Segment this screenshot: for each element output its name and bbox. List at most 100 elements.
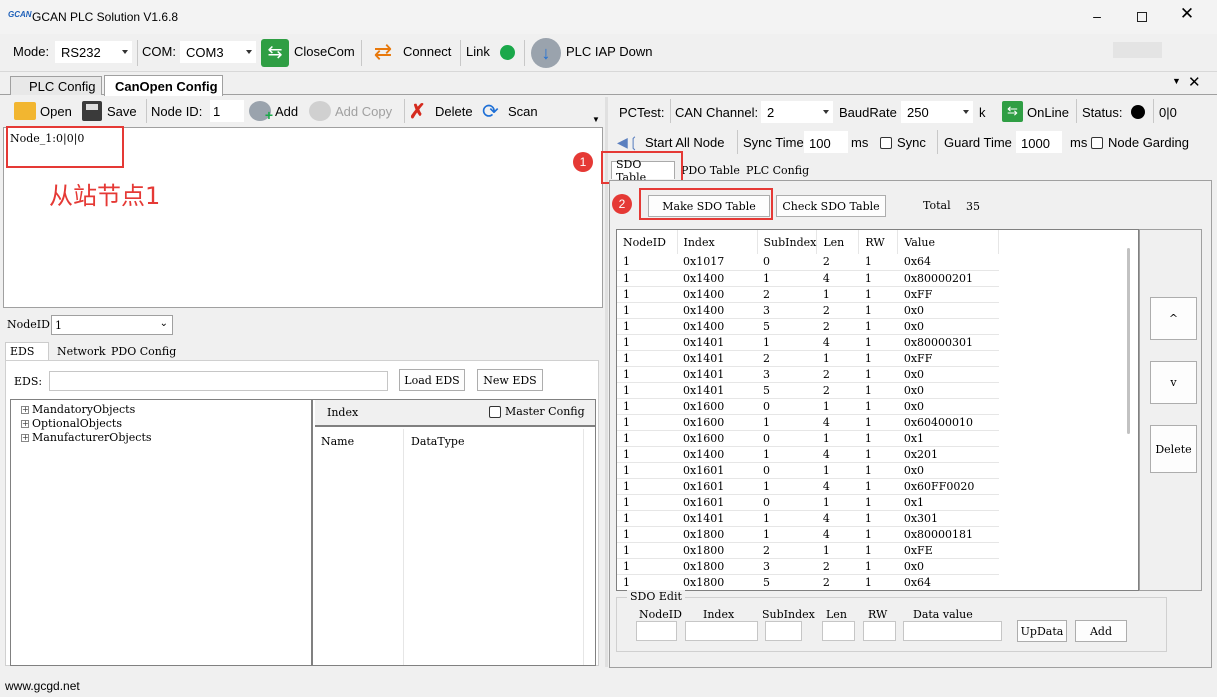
table-row[interactable]: 1 0x1800 3 2 1 0x0 <box>617 558 999 575</box>
table-row[interactable]: 1 0x1401 2 1 1 0xFF <box>617 350 999 367</box>
eds-node-id-select[interactable]: 1 ⌄ <box>51 315 173 335</box>
minimize-icon[interactable]: – <box>1082 8 1112 26</box>
move-up-button[interactable]: ^ <box>1150 297 1197 340</box>
tab-close-icon[interactable]: ✕ <box>1188 73 1201 91</box>
tab-pdo-table[interactable]: PDO Table <box>677 162 744 178</box>
table-row[interactable]: 1 0x1600 0 1 1 0x0 <box>617 398 999 415</box>
table-row[interactable]: 1 0x1601 0 1 1 0x0 <box>617 462 999 479</box>
table-row[interactable]: 1 0x1600 1 4 1 0x60400010 <box>617 414 999 431</box>
edit-rw-input[interactable] <box>863 621 896 641</box>
edit-len-input[interactable] <box>822 621 855 641</box>
add-copy-button[interactable]: Add Copy <box>335 104 392 119</box>
new-eds-button[interactable]: New EDS <box>477 369 543 391</box>
baudrate-select[interactable]: 250 <box>901 101 973 123</box>
close-icon[interactable]: ✕ <box>1172 4 1202 24</box>
master-config-checkbox[interactable]: Master Config <box>489 405 585 418</box>
open-folder-icon[interactable] <box>14 102 36 120</box>
eds-file-input[interactable] <box>49 371 388 391</box>
open-button[interactable]: Open <box>40 104 72 119</box>
save-button[interactable]: Save <box>107 104 137 119</box>
table-cell: 4 <box>816 478 859 495</box>
add-copy-icon[interactable] <box>309 101 331 121</box>
table-cell: 1 <box>617 542 677 559</box>
maximize-icon[interactable] <box>1127 6 1157 26</box>
table-row[interactable]: 1 0x1401 1 4 1 0x80000301 <box>617 334 999 351</box>
table-row[interactable]: 1 0x1401 5 2 1 0x0 <box>617 382 999 399</box>
table-cell: 0x201 <box>897 446 999 463</box>
com-select[interactable]: COM3 <box>180 41 256 63</box>
toolbar-overflow-icon[interactable]: ▼ <box>592 115 600 124</box>
table-row[interactable]: 1 0x1400 3 2 1 0x0 <box>617 302 999 319</box>
expand-icon[interactable]: + <box>21 405 29 414</box>
tree-item[interactable]: + MandatoryObjects <box>21 403 135 416</box>
load-eds-button[interactable]: Load EDS <box>399 369 465 391</box>
online-button[interactable]: OnLine <box>1027 105 1069 120</box>
edit-node-id-input[interactable] <box>636 621 677 641</box>
plc-iap-button[interactable]: PLC IAP Down <box>566 44 652 59</box>
start-all-node-button[interactable]: Start All Node <box>645 135 725 150</box>
status-value: 0|0 <box>1159 105 1177 120</box>
expand-icon[interactable]: + <box>21 419 29 428</box>
tab-eds[interactable]: EDS <box>5 342 49 360</box>
table-row[interactable]: 1 0x1400 2 1 1 0xFF <box>617 286 999 303</box>
edit-subindex-input[interactable] <box>765 621 802 641</box>
speaker-icon[interactable]: ◀❲ <box>617 134 643 150</box>
table-row[interactable]: 1 0x1800 5 2 1 0x64 <box>617 574 999 590</box>
table-row[interactable]: 1 0x1800 1 4 1 0x80000181 <box>617 526 999 543</box>
col-datatype: DataType <box>411 435 465 448</box>
table-row[interactable]: 1 0x1601 1 4 1 0x60FF0020 <box>617 478 999 495</box>
delete-row-button[interactable]: Delete <box>1150 425 1197 473</box>
close-com-icon[interactable]: ⇆ <box>261 39 289 67</box>
tab-dropdown-icon[interactable]: ▼ <box>1172 76 1181 86</box>
scrollbar-thumb[interactable] <box>1127 248 1130 434</box>
table-cell: 1 <box>757 414 817 431</box>
update-button[interactable]: UpData <box>1017 620 1067 642</box>
connect-button[interactable]: Connect <box>403 44 451 59</box>
table-cell: 1 <box>757 526 817 543</box>
table-row[interactable]: 1 0x1401 1 4 1 0x301 <box>617 510 999 527</box>
sync-time-input[interactable]: 100 <box>804 131 848 153</box>
table-row[interactable]: 1 0x1600 0 1 1 0x1 <box>617 430 999 447</box>
table-row[interactable]: 1 0x1601 0 1 1 0x1 <box>617 494 999 511</box>
node-garding-checkbox[interactable]: Node Garding <box>1091 135 1189 150</box>
node-id-input[interactable]: 1 <box>210 100 244 122</box>
sync-checkbox[interactable]: Sync <box>880 135 926 150</box>
table-row[interactable]: 1 0x1800 2 1 1 0xFE <box>617 542 999 559</box>
can-channel-select[interactable]: 2 <box>761 101 833 123</box>
add-sdo-button[interactable]: Add <box>1075 620 1127 642</box>
table-cell: 1 <box>617 526 677 543</box>
guard-time-input[interactable]: 1000 <box>1016 131 1062 153</box>
table-row[interactable]: 1 0x1400 1 4 1 0x201 <box>617 446 999 463</box>
table-row[interactable]: 1 0x1017 0 2 1 0x64 <box>617 254 999 271</box>
table-cell: 1 <box>617 286 677 303</box>
move-down-button[interactable]: v <box>1150 361 1197 404</box>
check-sdo-table-button[interactable]: Check SDO Table <box>776 195 886 217</box>
close-com-button[interactable]: CloseCom <box>294 44 355 59</box>
edit-index-input[interactable] <box>685 621 758 641</box>
plc-iap-icon[interactable]: ↓ <box>531 38 561 68</box>
tree-item[interactable]: + ManufacturerObjects <box>21 431 152 444</box>
tab-plc-config-sub[interactable]: PLC Config <box>742 162 813 178</box>
delete-icon[interactable]: ✗ <box>409 99 426 124</box>
tab-pdo-config[interactable]: PDO Config <box>107 343 180 359</box>
table-row[interactable]: 1 0x1400 5 2 1 0x0 <box>617 318 999 335</box>
save-disk-icon[interactable] <box>82 101 102 121</box>
tab-canopen-config[interactable]: CanOpen Config <box>104 75 223 96</box>
tree-item[interactable]: + OptionalObjects <box>21 417 122 430</box>
tab-plc-config[interactable]: PLC Config <box>10 76 102 95</box>
tab-network[interactable]: Network <box>53 343 110 359</box>
online-icon[interactable]: ⇆ <box>1002 101 1023 122</box>
mode-select[interactable]: RS232 <box>55 41 132 63</box>
table-row[interactable]: 1 0x1401 3 2 1 0x0 <box>617 366 999 383</box>
table-row[interactable]: 1 0x1400 1 4 1 0x80000201 <box>617 270 999 287</box>
edit-data-value-input[interactable] <box>903 621 1002 641</box>
scan-button[interactable]: Scan <box>508 104 538 119</box>
add-node-icon[interactable]: + <box>249 101 273 123</box>
add-button[interactable]: Add <box>275 104 298 119</box>
expand-icon[interactable]: + <box>21 433 29 442</box>
delete-button[interactable]: Delete <box>435 104 473 119</box>
baudrate-unit: k <box>979 105 986 120</box>
connect-icon[interactable]: ⇄ <box>369 39 397 67</box>
table-cell: 0x0 <box>897 366 999 383</box>
scan-icon[interactable]: ⟳ <box>482 99 499 124</box>
